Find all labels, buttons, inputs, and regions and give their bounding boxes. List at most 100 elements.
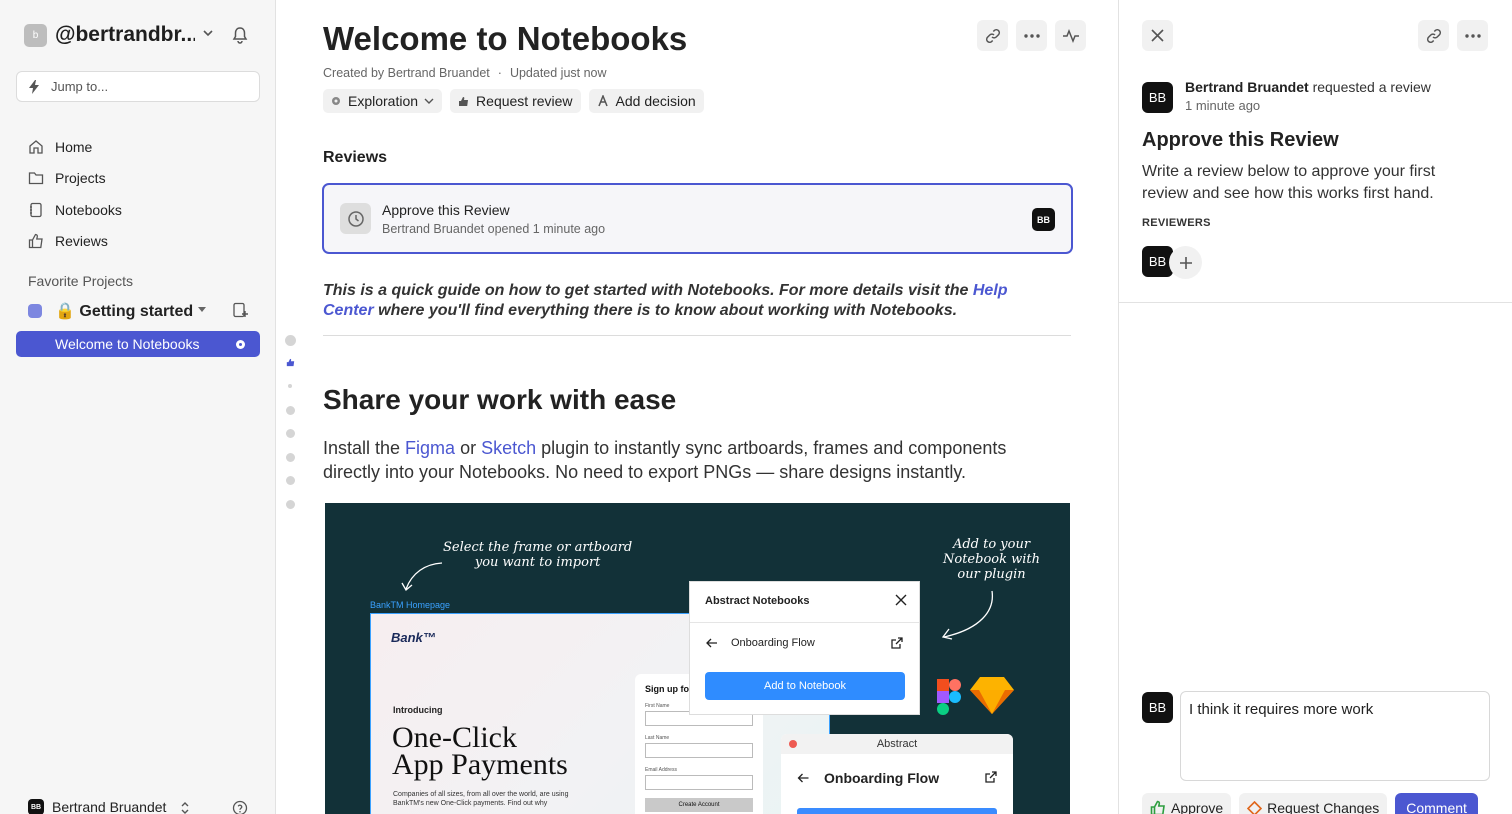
plugin-window: Abstract Onboarding Flow — [781, 734, 1013, 814]
figma-link[interactable]: Figma — [405, 438, 455, 458]
request-text: requested a review — [1308, 79, 1431, 95]
copy-link-button[interactable] — [1418, 20, 1449, 51]
headline-line: App Payments — [392, 748, 568, 781]
main-nav: Home Projects Notebooks Reviews — [28, 131, 122, 257]
outline-dot[interactable] — [286, 476, 295, 485]
hero-image: Select the frame or artboard you want to… — [325, 503, 1070, 814]
status-dot-icon — [236, 340, 245, 349]
close-panel-button[interactable] — [1142, 20, 1173, 51]
outline-dot[interactable] — [286, 500, 295, 509]
link-icon — [985, 28, 1000, 43]
bell-icon[interactable] — [232, 26, 248, 44]
workspace-avatar: b — [24, 23, 47, 47]
arrow-left-icon — [797, 773, 809, 783]
link-icon — [1426, 28, 1441, 43]
para-part: Install the — [323, 438, 406, 458]
annotation-line: our plugin — [957, 567, 1026, 582]
nav-label: Notebooks — [55, 201, 122, 218]
annotation-line: Notebook with — [943, 552, 1040, 567]
comment-button-label: Comment — [1406, 800, 1467, 814]
request-time: 1 minute ago — [1185, 98, 1261, 113]
add-reviewer-button[interactable] — [1169, 246, 1202, 279]
arrow-left-icon — [706, 638, 717, 648]
decision-icon — [597, 95, 608, 107]
divider — [1119, 302, 1512, 303]
status-dropdown[interactable]: Exploration — [323, 89, 443, 113]
plugin-window-flow-label: Onboarding Flow — [824, 770, 940, 786]
comment-input[interactable] — [1180, 691, 1490, 781]
outline-dot[interactable] — [285, 335, 296, 346]
request-line: Bertrand Bruandet requested a review — [1185, 79, 1431, 95]
outline-dot[interactable] — [288, 384, 292, 388]
nav-item-home[interactable]: Home — [28, 131, 122, 163]
favorites-heading: Favorite Projects — [28, 273, 134, 289]
introducing-text: Introducing — [393, 705, 443, 715]
thumbs-up-icon — [459, 96, 469, 106]
jump-placeholder: Jump to... — [51, 79, 109, 94]
add-decision-button[interactable]: Add decision — [588, 89, 704, 113]
review-panel: BB Bertrand Bruandet requested a review … — [1118, 0, 1512, 814]
caret-down-icon[interactable] — [198, 307, 206, 312]
lock-icon: 🔒 — [55, 303, 75, 320]
para-part: or — [455, 438, 482, 458]
popup-flow-label: Onboarding Flow — [731, 637, 815, 649]
request-review-label: Request review — [476, 93, 573, 109]
copy-link-button[interactable] — [977, 20, 1008, 51]
add-notebook-icon[interactable] — [232, 302, 248, 318]
user-menu[interactable]: BB Bertrand Bruandet — [28, 799, 166, 814]
chevron-updown-icon[interactable] — [180, 801, 190, 814]
review-description: Write a review below to approve your fir… — [1142, 163, 1436, 202]
favorite-project-getting-started[interactable]: 🔒 Getting started — [28, 300, 250, 322]
nav-item-projects[interactable]: Projects — [28, 163, 122, 195]
activity-icon — [1062, 28, 1079, 43]
nav-item-reviews[interactable]: Reviews — [28, 226, 122, 258]
diamond-icon — [1247, 800, 1263, 814]
request-changes-label: Request Changes — [1267, 800, 1380, 814]
requester-name: Bertrand Bruandet — [1185, 79, 1309, 95]
more-options-button[interactable] — [1457, 20, 1488, 51]
notebook-icon — [30, 202, 42, 217]
plus-icon — [1179, 256, 1192, 269]
review-title: Approve this Review — [1142, 129, 1339, 151]
activity-button[interactable] — [1055, 20, 1086, 51]
plugin-popup: Abstract Notebooks Onboarding Flow Add t… — [689, 581, 920, 715]
handwritten-annotation: Select the frame or artboard you want to… — [443, 540, 632, 570]
user-avatar: BB — [28, 799, 44, 814]
workspace-switcher[interactable]: b @bertrandbr... — [24, 23, 195, 47]
sidebar-item-welcome-notebook[interactable]: Welcome to Notebooks — [16, 331, 260, 357]
field-box — [645, 775, 753, 790]
project-name-text: Getting started — [79, 303, 194, 320]
section-paragraph: Install the Figma or Sketch plugin to in… — [323, 436, 1063, 484]
handwritten-annotation: Add to your Notebook with our plugin — [943, 537, 1040, 582]
outline-dot[interactable] — [286, 453, 295, 462]
comment-button[interactable]: Comment — [1395, 793, 1478, 814]
annotation-line: Add to your — [952, 537, 1031, 552]
approve-button[interactable]: Approve — [1142, 793, 1232, 814]
more-horizontal-icon — [1023, 33, 1040, 38]
sketch-link[interactable]: Sketch — [481, 438, 536, 458]
status-label: Exploration — [348, 93, 419, 109]
outline-dot[interactable] — [286, 406, 295, 415]
thumbs-up-icon[interactable] — [286, 358, 295, 367]
sidebar: b @bertrandbr... Jump to... Home Project… — [0, 0, 276, 814]
request-review-button[interactable]: Request review — [450, 89, 581, 113]
notebook-actions: Exploration Request review Add decision — [323, 89, 704, 113]
frame-label: BankTM Homepage — [370, 600, 451, 610]
field-box — [645, 743, 753, 758]
jump-to-search[interactable]: Jump to... — [16, 71, 260, 102]
close-icon — [895, 594, 907, 606]
nav-item-notebooks[interactable]: Notebooks — [28, 194, 122, 226]
help-icon[interactable] — [232, 800, 248, 814]
requester-avatar: BB — [1142, 82, 1173, 113]
divider — [323, 335, 1071, 336]
request-changes-button[interactable]: Request Changes — [1239, 793, 1388, 814]
review-card[interactable]: Approve this Review Bertrand Bruandet op… — [322, 183, 1073, 254]
arrow-icon — [401, 562, 443, 591]
more-options-button[interactable] — [1016, 20, 1047, 51]
outline-dot[interactable] — [286, 429, 295, 438]
nav-label: Projects — [55, 170, 106, 187]
chevron-down-icon[interactable] — [202, 29, 214, 37]
intro-part-1: This is a quick guide on how to get star… — [323, 282, 973, 299]
external-link-icon — [891, 637, 903, 649]
plugin-window-button — [797, 808, 997, 814]
